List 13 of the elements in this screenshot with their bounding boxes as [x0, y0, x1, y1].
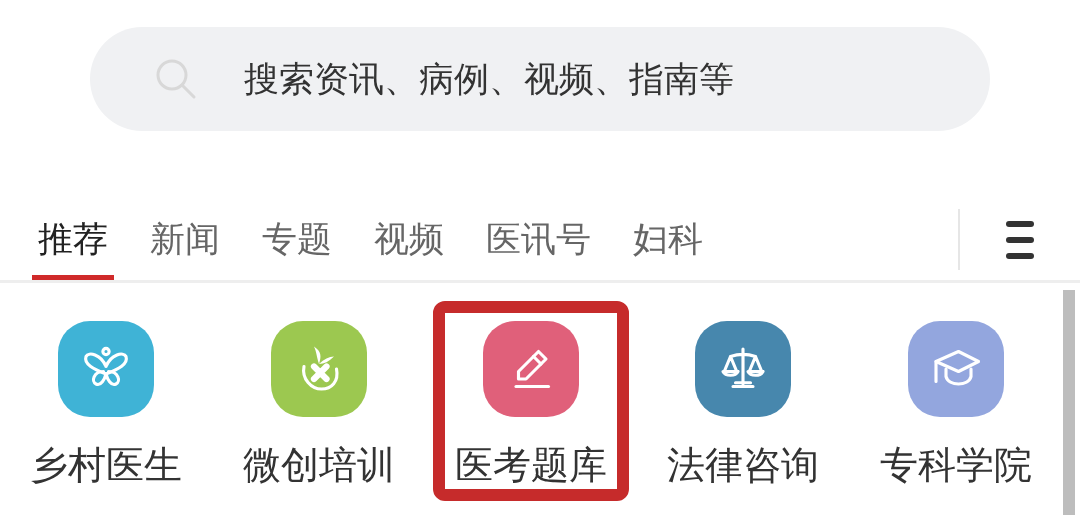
shortcut[interactable]: 专科学院: [849, 293, 1063, 509]
tab[interactable]: 医讯号: [480, 199, 597, 280]
highlighted-shortcut[interactable]: 医考题库: [424, 293, 638, 509]
shortcut[interactable]: 法律咨询: [637, 293, 850, 509]
tab[interactable]: 视频: [368, 199, 450, 280]
tab[interactable]: 新闻: [144, 199, 226, 280]
shortcut[interactable]: 乡村医生: [0, 293, 213, 509]
shortcut[interactable]: 微创培训: [212, 293, 425, 509]
search-field[interactable]: 搜索资讯、病例、视频、指南等: [90, 27, 990, 131]
tab[interactable]: 推荐: [32, 199, 114, 280]
menu-icon: [1004, 218, 1036, 261]
tab[interactable]: 妇科: [627, 199, 709, 280]
tab[interactable]: 专题: [256, 199, 338, 280]
